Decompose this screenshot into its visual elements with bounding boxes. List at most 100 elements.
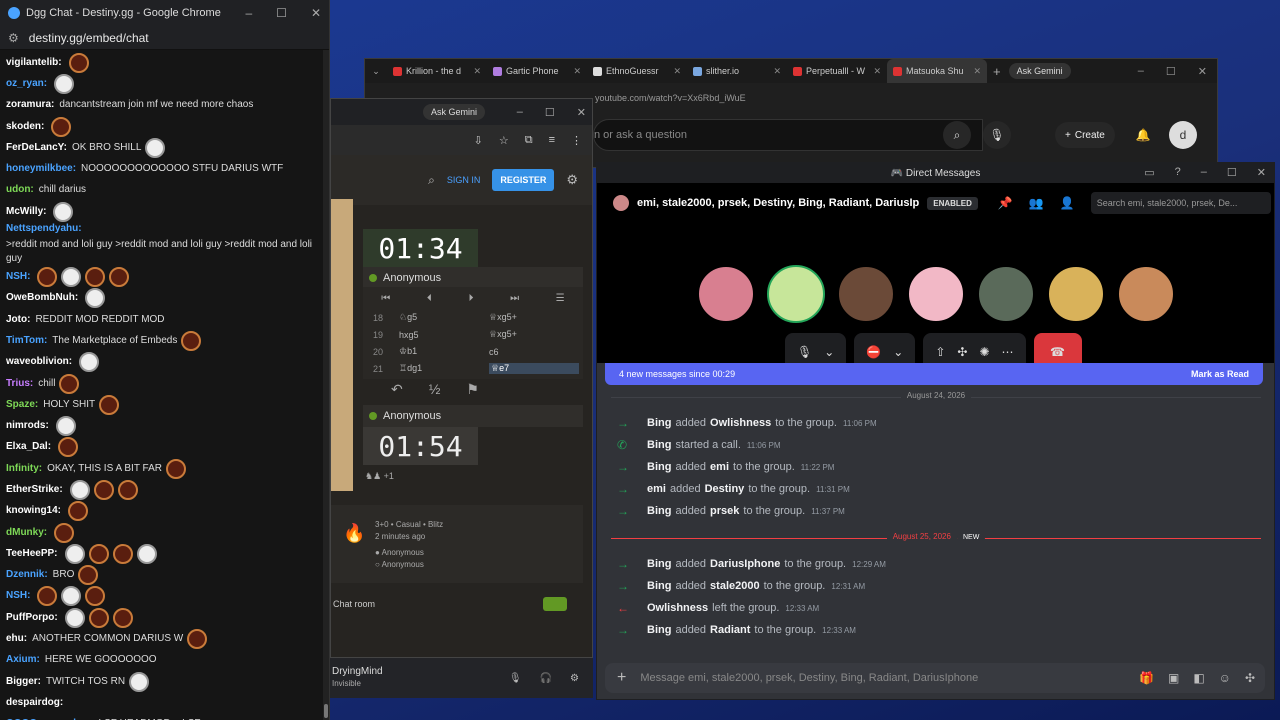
chat-username[interactable]: Infinity: <box>6 462 42 476</box>
gif-icon[interactable]: ▣ <box>1168 671 1179 685</box>
maximize-icon[interactable]: ☐ <box>276 6 287 20</box>
move[interactable]: hxg5 <box>399 330 489 340</box>
call-participant-avatar[interactable] <box>1117 265 1175 323</box>
chat-username[interactable]: Axium: <box>6 653 40 667</box>
maximize-icon[interactable]: ☐ <box>1227 166 1237 179</box>
chat-username[interactable]: McWilly: <box>6 205 46 219</box>
new-tab-icon[interactable]: + <box>993 64 1001 79</box>
chat-username[interactable]: zoramura: <box>6 98 54 112</box>
soundboard-icon[interactable]: ✺ <box>979 345 989 359</box>
minimize-icon[interactable]: – <box>517 106 523 119</box>
sticker-icon[interactable]: ◧ <box>1193 671 1204 685</box>
register-button[interactable]: REGISTER <box>492 169 555 191</box>
create-button[interactable]: + Create <box>1055 122 1115 148</box>
chat-username[interactable]: OweBombNuh: <box>6 291 78 305</box>
chat-username[interactable]: Elxa_Dal: <box>6 440 51 454</box>
chat-username[interactable]: Spaze: <box>6 398 38 412</box>
move[interactable]: ♕xg5+ <box>489 312 579 323</box>
headphones-icon[interactable]: 🎧 <box>540 673 552 684</box>
move[interactable]: ♕e7 <box>489 363 579 374</box>
screen-share-icon[interactable]: ⇧ <box>935 345 945 359</box>
gift-icon[interactable]: 🎁 <box>1139 671 1154 685</box>
call-participant-avatar[interactable] <box>907 265 965 323</box>
attach-plus-icon[interactable]: + <box>617 669 626 687</box>
chat-username[interactable]: TeeHeePP: <box>6 547 58 561</box>
close-icon[interactable]: ✕ <box>873 66 881 77</box>
tab-5[interactable]: Matsuoka Shu ✕ <box>887 59 987 83</box>
chat-username[interactable]: vigilantelib: <box>6 56 62 70</box>
call-participant-avatar[interactable] <box>697 265 755 323</box>
message-actor[interactable]: Bing <box>647 505 671 517</box>
chat-username[interactable]: FerDeLancY: <box>6 141 67 155</box>
emoji-icon[interactable]: ☺ <box>1219 671 1231 685</box>
chat-username[interactable]: NSH: <box>6 589 30 603</box>
chat-username[interactable]: NSH: <box>6 270 30 284</box>
chess-board[interactable] <box>331 199 353 491</box>
mic-icon[interactable]: 🎙 <box>509 673 522 684</box>
install-icon[interactable]: ⇩ <box>474 134 483 147</box>
close-icon[interactable]: ✕ <box>773 66 781 77</box>
next-move-icon[interactable]: ⏵ <box>468 293 473 304</box>
takeback-icon[interactable]: ↶ <box>391 381 403 398</box>
scrollbar-thumb[interactable] <box>324 704 328 718</box>
close-icon[interactable]: ✕ <box>1257 166 1266 179</box>
apps-icon[interactable]: ✣ <box>1245 671 1255 685</box>
tab-2[interactable]: EthnoGuessr ✕ <box>587 59 687 83</box>
avatar[interactable]: d <box>1169 121 1197 149</box>
last-move-icon[interactable]: ⏭ <box>510 293 519 304</box>
tab-4[interactable]: Perpetualll - W ✕ <box>787 59 887 83</box>
ask-gemini-button[interactable]: Ask Gemini <box>1008 63 1071 79</box>
mark-as-read-button[interactable]: Mark as Read <box>1191 369 1249 379</box>
message-composer[interactable]: + Message emi, stale2000, prsek, Destiny… <box>605 663 1265 693</box>
chat-username[interactable]: ehu: <box>6 632 27 646</box>
search-icon[interactable]: ⌕ <box>943 121 971 149</box>
move[interactable]: c6 <box>489 347 579 357</box>
menu-icon[interactable]: ⋮ <box>571 134 582 147</box>
move[interactable]: ♔b1 <box>399 346 489 357</box>
chat-username[interactable]: Dzennik: <box>6 568 48 582</box>
inbox-icon[interactable]: ▭ <box>1144 166 1154 179</box>
chat-username[interactable]: Nettspendyahu: <box>6 222 82 236</box>
ask-gemini-button[interactable]: Ask Gemini <box>423 104 486 120</box>
message-actor[interactable]: Bing <box>647 558 671 570</box>
close-icon[interactable]: ✕ <box>673 66 681 77</box>
search-input[interactable]: Search emi, stale2000, prsek, De... <box>1090 192 1271 214</box>
message-target[interactable]: Destiny <box>705 483 745 495</box>
members-icon[interactable]: 👤 <box>1060 196 1075 210</box>
tab-3[interactable]: slither.io ✕ <box>687 59 787 83</box>
message-target[interactable]: Radiant <box>710 624 750 636</box>
chat-username[interactable]: honeymilkbee: <box>6 162 76 176</box>
chat-username[interactable]: Joto: <box>6 313 30 327</box>
move[interactable]: ♖dg1 <box>399 363 489 374</box>
chat-username[interactable]: dMunky: <box>6 526 47 540</box>
settings-icon[interactable]: ⚙ <box>570 673 579 684</box>
call-participant-avatar[interactable] <box>837 265 895 323</box>
chat-username[interactable]: PuffPorpo: <box>6 611 58 625</box>
close-icon[interactable]: ✕ <box>573 66 581 77</box>
message-target[interactable]: stale2000 <box>710 580 760 592</box>
chat-username[interactable]: nimrods: <box>6 419 49 433</box>
mic-icon[interactable]: 🎙 <box>983 121 1011 149</box>
message-target[interactable]: DariusIphone <box>710 558 780 570</box>
message-target[interactable]: Owlishness <box>710 417 771 429</box>
star-icon[interactable]: ☆ <box>499 134 509 147</box>
chat-username[interactable]: TimTom: <box>6 334 47 348</box>
chat-username[interactable]: skoden: <box>6 120 44 134</box>
call-participant-avatar[interactable] <box>767 265 825 323</box>
call-participant-avatar[interactable] <box>1047 265 1105 323</box>
minimize-icon[interactable]: – <box>1201 166 1207 179</box>
call-participant-avatar[interactable] <box>977 265 1035 323</box>
settings-icon[interactable]: ⚙ <box>566 172 578 188</box>
close-icon[interactable]: ✕ <box>1198 65 1207 78</box>
url-bar[interactable]: ⚙ destiny.gg/embed/chat <box>0 26 329 50</box>
chat-username[interactable]: Trius: <box>6 377 33 391</box>
chat-scrollbar[interactable] <box>323 50 329 720</box>
move[interactable]: ♕xg5+ <box>489 329 579 340</box>
media-icon[interactable]: ≡ <box>549 134 555 146</box>
address-bar[interactable]: youtube.com/watch?v=Xx6Rbd_iWuE <box>595 87 1117 109</box>
help-icon[interactable]: ? <box>1175 166 1181 179</box>
close-icon[interactable]: ✕ <box>973 66 981 77</box>
username[interactable]: DryingMind <box>332 666 383 678</box>
chat-username[interactable]: oz_ryan: <box>6 77 47 91</box>
pin-icon[interactable]: 📌 <box>998 196 1013 210</box>
